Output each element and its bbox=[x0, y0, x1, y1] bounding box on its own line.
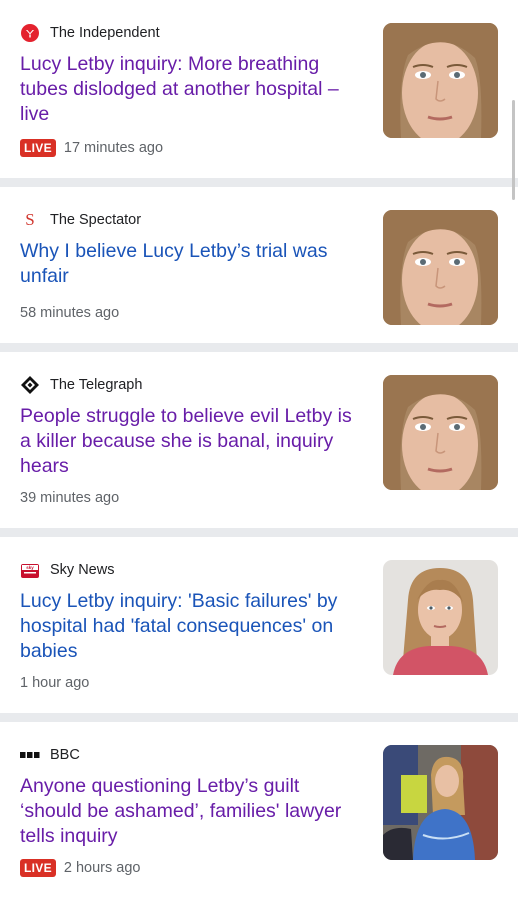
news-card[interactable]: BBC Anyone questioning Letby’s guilt ‘sh… bbox=[0, 722, 518, 902]
telegraph-logo-icon bbox=[20, 375, 40, 395]
card-separator bbox=[0, 178, 518, 187]
sky-news-logo-icon: sky bbox=[20, 560, 40, 580]
article-thumbnail[interactable] bbox=[383, 210, 498, 325]
article-thumbnail[interactable] bbox=[383, 23, 498, 138]
meta-row: LIVE 2 hours ago bbox=[20, 858, 140, 878]
svg-text:sky: sky bbox=[26, 565, 34, 570]
news-card[interactable]: S The Spectator Why I believe Lucy Letby… bbox=[0, 187, 518, 343]
headline-link[interactable]: Anyone questioning Letby’s guilt ‘should… bbox=[20, 774, 365, 849]
source-name: Sky News bbox=[50, 562, 115, 578]
headline-link[interactable]: Lucy Letby inquiry: More breathing tubes… bbox=[20, 52, 365, 127]
meta-row: LIVE 17 minutes ago bbox=[20, 138, 163, 158]
independent-logo-icon bbox=[20, 23, 40, 43]
timestamp: 1 hour ago bbox=[20, 675, 90, 691]
meta-row: 39 minutes ago bbox=[20, 488, 119, 508]
card-separator bbox=[0, 343, 518, 352]
timestamp: 2 hours ago bbox=[63, 860, 141, 876]
card-separator bbox=[0, 713, 518, 722]
spectator-logo-icon: S bbox=[25, 210, 35, 229]
source-row: S The Spectator bbox=[20, 209, 141, 231]
headline-link[interactable]: Why I believe Lucy Letby’s trial was unf… bbox=[20, 239, 365, 289]
timestamp: 39 minutes ago bbox=[20, 490, 120, 506]
article-thumbnail[interactable] bbox=[383, 560, 498, 675]
article-thumbnail[interactable] bbox=[383, 745, 498, 860]
news-feed: The Independent Lucy Letby inquiry: More… bbox=[0, 0, 518, 902]
live-badge: LIVE bbox=[20, 139, 56, 157]
scrollbar[interactable] bbox=[512, 100, 515, 200]
bbc-logo-icon bbox=[20, 745, 40, 765]
headline-link[interactable]: Lucy Letby inquiry: 'Basic failures' by … bbox=[20, 589, 365, 664]
source-row: The Independent bbox=[20, 22, 160, 44]
timestamp: 17 minutes ago bbox=[63, 140, 164, 156]
article-thumbnail[interactable] bbox=[383, 375, 498, 490]
source-row: BBC bbox=[20, 744, 80, 766]
news-card[interactable]: The Telegraph People struggle to believe… bbox=[0, 352, 518, 528]
source-name: The Telegraph bbox=[50, 377, 143, 393]
news-card[interactable]: The Independent Lucy Letby inquiry: More… bbox=[0, 0, 518, 178]
headline-link[interactable]: People struggle to believe evil Letby is… bbox=[20, 404, 365, 479]
source-name: The Independent bbox=[50, 25, 160, 41]
source-name: BBC bbox=[50, 747, 80, 763]
news-card[interactable]: sky Sky News Lucy Letby inquiry: 'Basic … bbox=[0, 537, 518, 713]
source-name: The Spectator bbox=[50, 212, 142, 228]
meta-row: 1 hour ago bbox=[20, 673, 89, 693]
card-separator bbox=[0, 528, 518, 537]
source-row: The Telegraph bbox=[20, 374, 142, 396]
meta-row: 58 minutes ago bbox=[20, 303, 119, 323]
timestamp: 58 minutes ago bbox=[20, 305, 120, 321]
source-row: sky Sky News bbox=[20, 559, 114, 581]
live-badge: LIVE bbox=[20, 859, 56, 877]
